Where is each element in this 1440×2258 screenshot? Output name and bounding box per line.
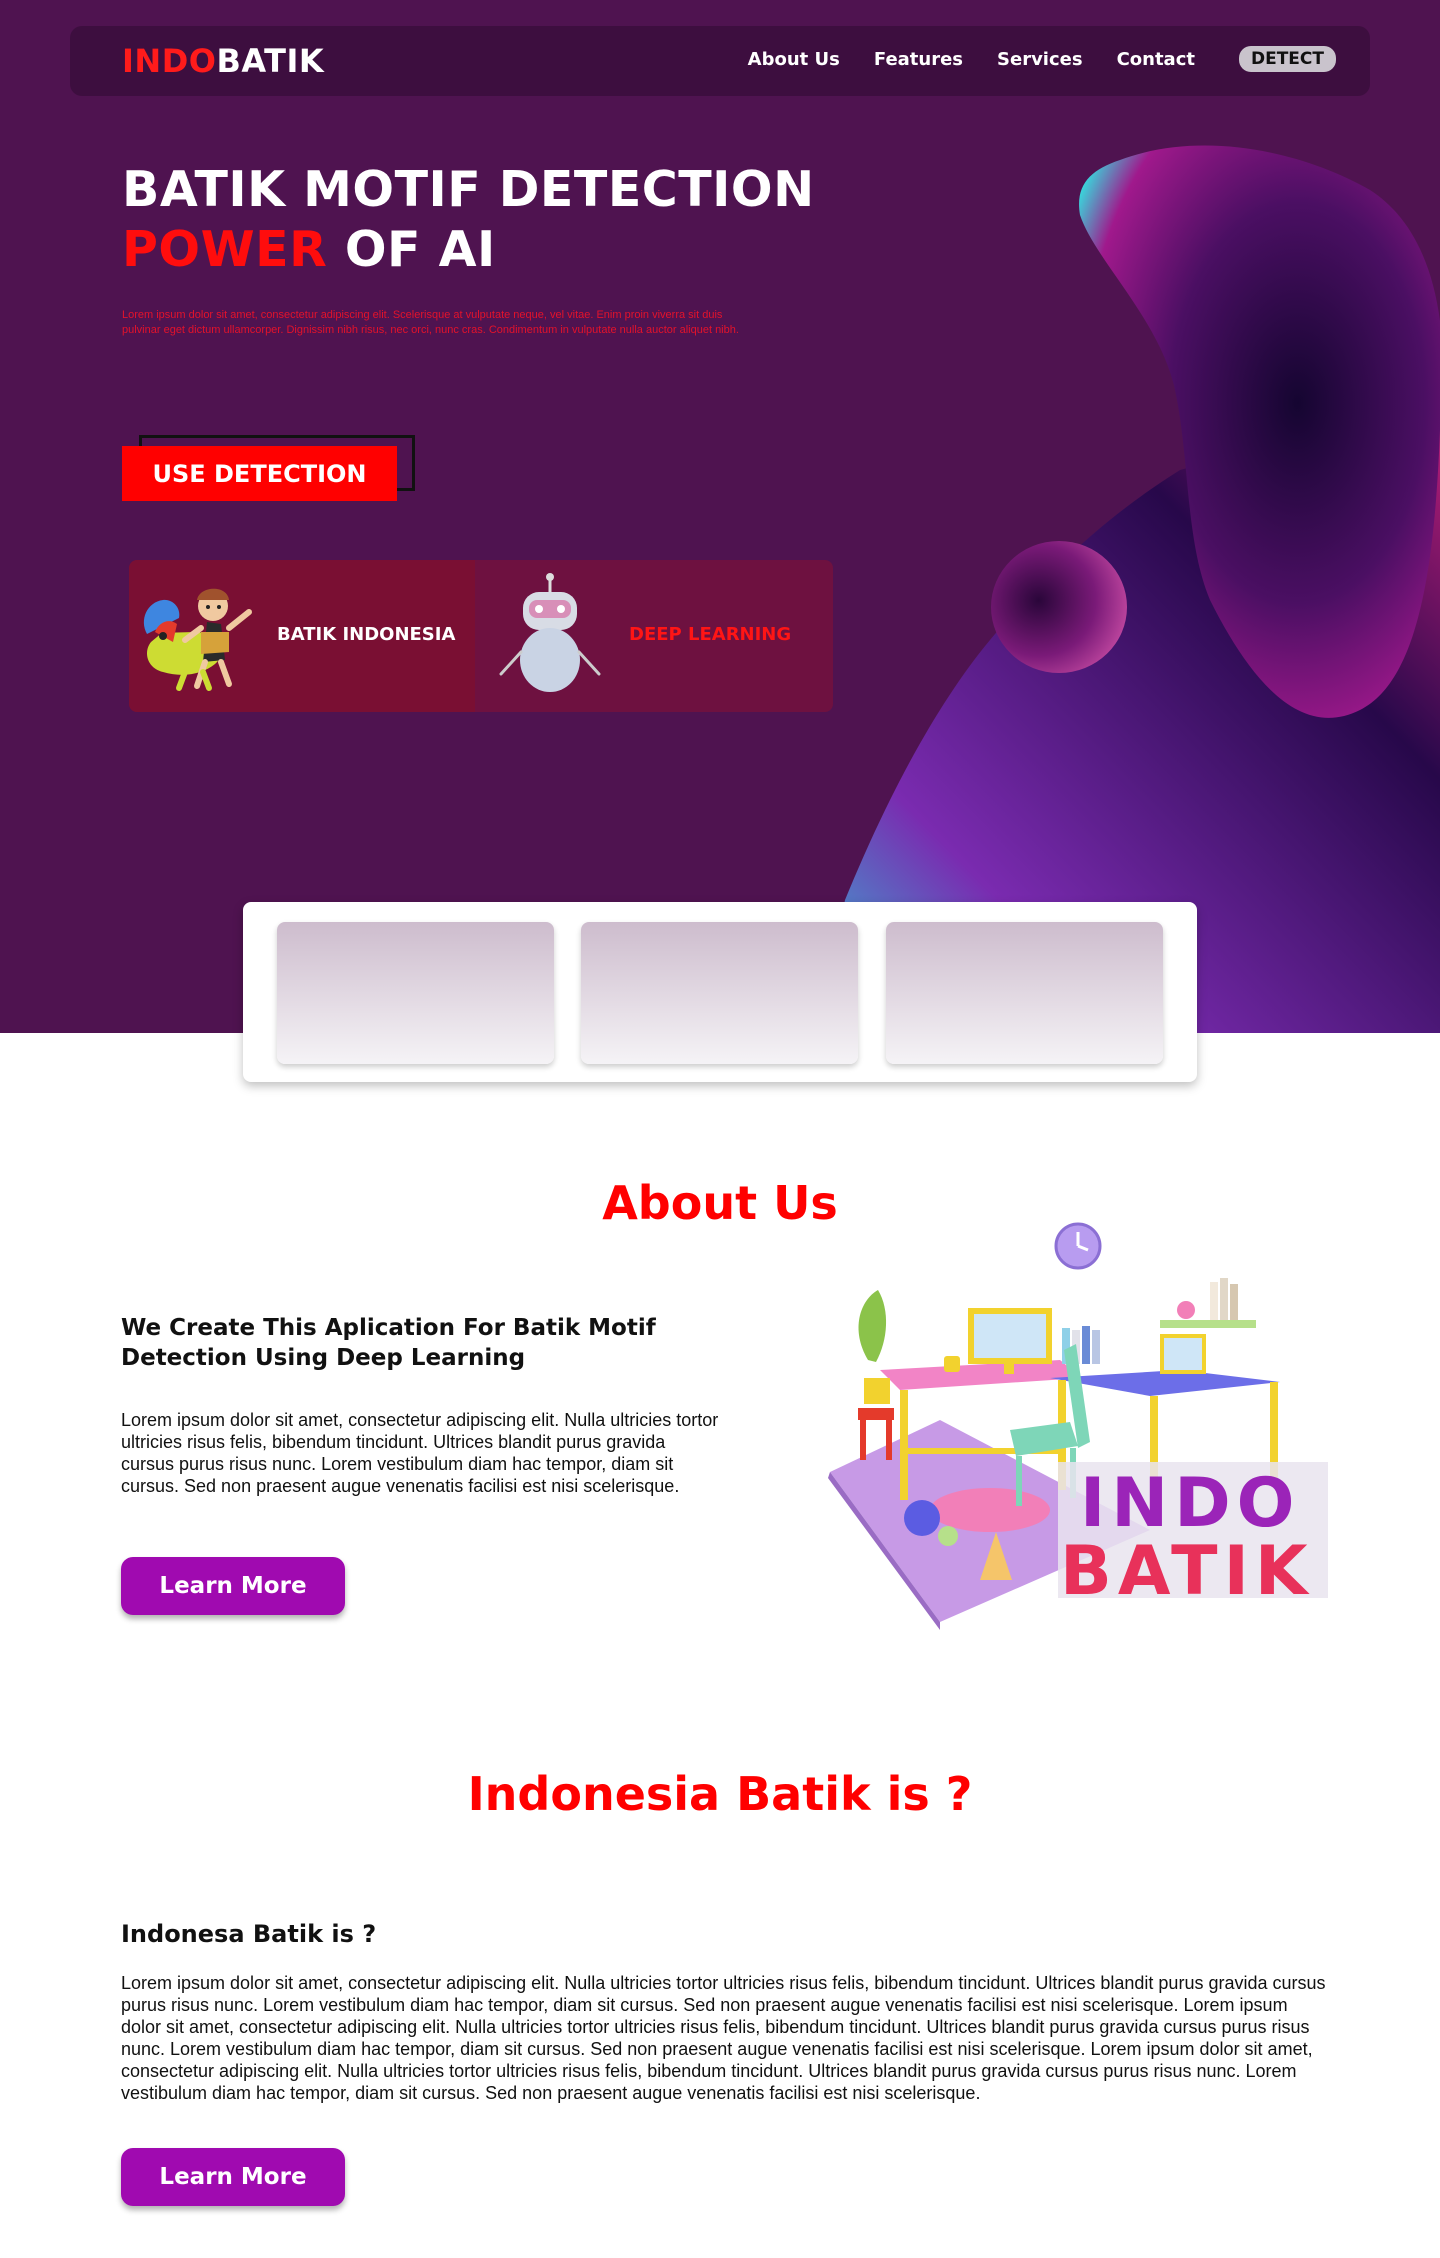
nav-link-features[interactable]: Features: [874, 49, 963, 70]
logo-text-indo: INDO: [122, 42, 217, 80]
abstract-blob-graphic: [820, 145, 1440, 1033]
nav-links: About Us Features Services Contact DETEC…: [714, 46, 1336, 72]
indonesia-batik-heading: Indonesia Batik is ?: [467, 1767, 973, 1821]
cards-panel: [243, 902, 1197, 1082]
hero-title: BATIK MOTIF DETECTION POWER OF AI: [122, 160, 815, 280]
hero-title-rest: OF AI: [327, 221, 496, 278]
about-subheading: We Create This Aplication For Batik Moti…: [121, 1315, 656, 1371]
indonesia-batik-subheading: Indonesa Batik is ?: [121, 1920, 377, 1948]
indonesia-batik-body-text: Lorem ipsum dolor sit amet, consectetur …: [121, 1973, 1326, 2103]
placeholder-card-3[interactable]: [886, 922, 1163, 1064]
feature-card-batik[interactable]: BATIK INDONESIA: [129, 560, 475, 712]
nav-link-contact[interactable]: Contact: [1117, 49, 1195, 70]
hero-section: INDOBATIK About Us Features Services Con…: [0, 0, 1440, 1033]
nav-link-services[interactable]: Services: [997, 49, 1083, 70]
placeholder-card-2[interactable]: [581, 922, 858, 1064]
nav-link-about-us[interactable]: About Us: [748, 49, 840, 70]
office-desk-illustration: INDO BATIK: [828, 1222, 1328, 1630]
robot-icon: [499, 573, 601, 692]
illustration-text-batik: BATIK: [1060, 1532, 1314, 1611]
feature-label-deep-learning[interactable]: DEEP LEARNING: [629, 624, 791, 645]
indonesia-learn-more-button[interactable]: Learn More: [121, 2148, 345, 2206]
placeholder-card-1[interactable]: [277, 922, 554, 1064]
hero-description: Lorem ipsum dolor sit amet, consectetur …: [122, 309, 739, 336]
hero-title-line1: BATIK MOTIF DETECTION: [122, 161, 815, 218]
feature-strip: BATIK INDONESIA DEEP LEARNING: [129, 560, 833, 712]
brand-logo[interactable]: INDOBATIK: [122, 42, 324, 80]
about-body-text: Lorem ipsum dolor sit amet, consectetur …: [121, 1410, 719, 1496]
batik-character-icon: [143, 588, 252, 691]
logo-text-batik: BATIK: [216, 42, 325, 80]
hero-title-highlight: POWER: [122, 221, 328, 278]
about-learn-more-button[interactable]: Learn More: [121, 1557, 345, 1615]
feature-label-batik-indonesia: BATIK INDONESIA: [277, 624, 456, 645]
use-detection-button[interactable]: USE DETECTION: [122, 446, 397, 501]
top-navbar: INDOBATIK About Us Features Services Con…: [70, 26, 1370, 96]
detect-button[interactable]: DETECT: [1238, 46, 1336, 72]
